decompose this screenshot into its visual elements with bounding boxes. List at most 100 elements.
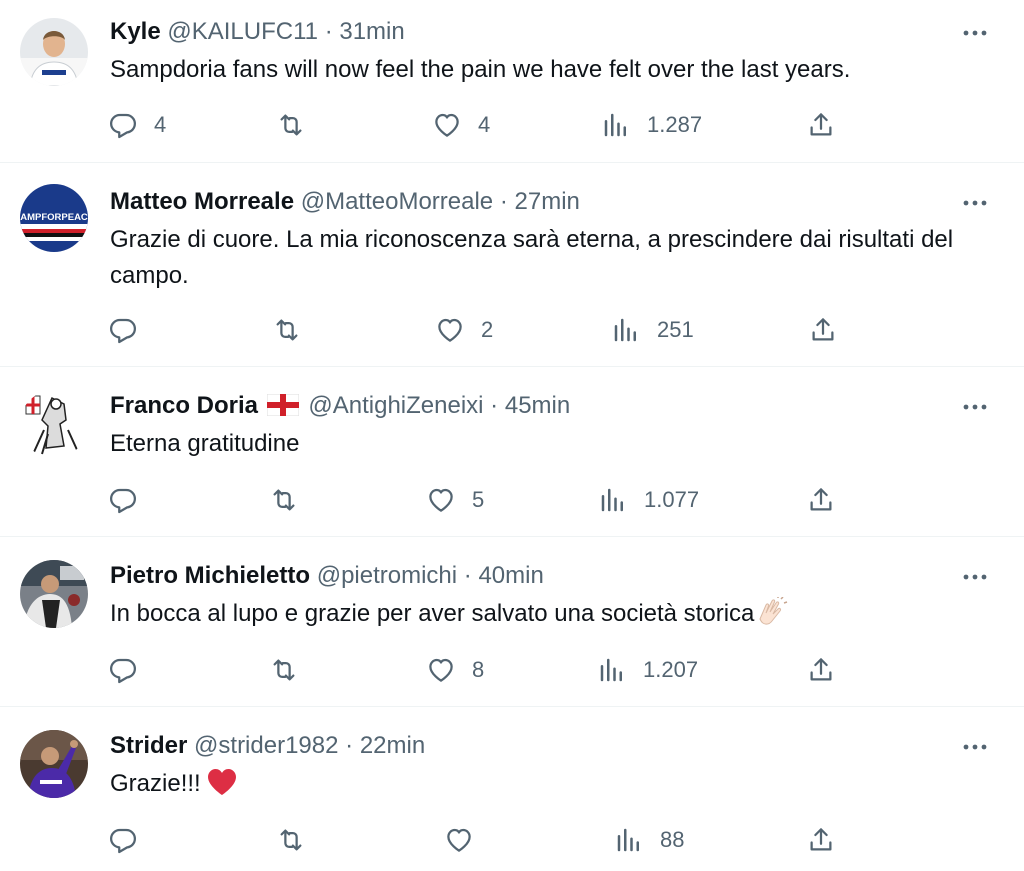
divider	[0, 706, 1024, 707]
share-button[interactable]	[808, 310, 838, 350]
tweet-text-content: Grazie!!!	[110, 770, 201, 797]
display-name[interactable]: Pietro Michieletto	[110, 562, 310, 589]
retweet-button[interactable]	[276, 820, 322, 860]
reply-icon	[110, 318, 136, 344]
avatar[interactable]	[20, 18, 88, 86]
handle[interactable]: @KAILUFC11	[167, 18, 318, 45]
tweet[interactable]: Kyle @KAILUFC11 · 31min Sampdoria fans w…	[0, 0, 1024, 162]
heart-icon	[429, 488, 453, 512]
retweet-icon	[273, 659, 295, 681]
more-icon	[963, 404, 987, 410]
tweet-header: Matteo Morreale @MatteoMorreale · 27min	[110, 186, 580, 218]
tweet[interactable]: Franco Doria @AntighiZeneixi · 45min Ete…	[0, 374, 1024, 536]
like-button[interactable]: 5	[426, 480, 484, 520]
timestamp[interactable]: 22min	[360, 732, 425, 759]
tweet-text: Grazie!!!	[110, 766, 1000, 807]
views-chart-icon	[614, 318, 636, 342]
share-icon	[812, 318, 834, 341]
like-count: 2	[481, 317, 494, 342]
avatar[interactable]: SAMPFORPEACE	[20, 184, 88, 252]
tweet[interactable]: SAMPFORPEACE Matteo Morreale @MatteoMorr…	[0, 170, 1024, 366]
like-button[interactable]: 4	[432, 105, 490, 145]
retweet-icon	[273, 489, 295, 511]
sampforpeace-avatar-icon: SAMPFORPEACE	[20, 184, 88, 252]
reply-count: 4	[154, 112, 167, 137]
view-count: 1.077	[644, 487, 700, 512]
views-button[interactable]: 251	[611, 310, 694, 350]
share-icon	[810, 828, 832, 851]
retweet-icon	[280, 114, 302, 136]
more-options-button[interactable]	[960, 732, 990, 762]
avatar[interactable]	[20, 730, 88, 798]
retweet-button[interactable]	[269, 650, 315, 690]
share-button[interactable]	[806, 650, 836, 690]
like-button[interactable]	[444, 820, 490, 860]
like-button[interactable]: 8	[426, 650, 484, 690]
retweet-icon	[276, 319, 298, 341]
action-bar: 88	[0, 820, 1024, 860]
timestamp[interactable]: 40min	[478, 562, 543, 589]
handle[interactable]: @AntighiZeneixi	[308, 392, 483, 419]
handle[interactable]: @pietromichi	[317, 562, 457, 589]
views-button[interactable]: 1.207	[597, 650, 698, 690]
views-button[interactable]: 1.287	[601, 105, 702, 145]
more-options-button[interactable]	[960, 562, 990, 592]
views-button[interactable]: 1.077	[598, 480, 699, 520]
timestamp[interactable]: 31min	[339, 18, 404, 45]
avatar[interactable]	[20, 390, 88, 458]
tweet-header: Franco Doria @AntighiZeneixi · 45min	[110, 390, 570, 425]
retweet-button[interactable]	[272, 310, 318, 350]
player-avatar-icon	[20, 18, 88, 86]
share-button[interactable]	[806, 480, 836, 520]
reply-button[interactable]	[108, 820, 154, 860]
tweet-text: In bocca al lupo e grazie per aver salva…	[110, 596, 1000, 638]
reply-button[interactable]	[108, 650, 154, 690]
like-button[interactable]: 2	[435, 310, 493, 350]
action-bar: 4 4 1.287	[0, 105, 1024, 145]
reply-icon	[110, 828, 136, 854]
avatar[interactable]	[20, 560, 88, 628]
timestamp[interactable]: 45min	[505, 392, 570, 419]
display-name[interactable]: Strider	[110, 732, 187, 759]
reply-button[interactable]: 4	[108, 105, 166, 145]
separator-dot: ·	[499, 188, 508, 215]
timestamp[interactable]: 27min	[515, 188, 580, 215]
retweet-button[interactable]	[269, 480, 315, 520]
reply-icon	[110, 488, 136, 514]
like-count: 4	[478, 112, 491, 137]
share-button[interactable]	[806, 105, 836, 145]
divider	[0, 366, 1024, 367]
retweet-icon	[280, 829, 302, 851]
view-count: 1.207	[643, 657, 699, 682]
display-name[interactable]: Matteo Morreale	[110, 188, 294, 215]
handle[interactable]: @strider1982	[194, 732, 338, 759]
reply-button[interactable]	[108, 480, 154, 520]
tweet[interactable]: Strider @strider1982 · 22min Grazie!!! 8…	[0, 714, 1024, 871]
display-name[interactable]: Kyle	[110, 18, 161, 45]
views-chart-icon	[617, 828, 639, 852]
views-chart-icon	[604, 113, 626, 137]
views-button[interactable]: 88	[614, 820, 684, 860]
reply-button[interactable]	[108, 310, 154, 350]
retweet-button[interactable]	[276, 105, 322, 145]
handle[interactable]: @MatteoMorreale	[301, 188, 493, 215]
action-bar: 8 1.207	[0, 650, 1024, 690]
share-icon	[810, 488, 832, 511]
share-icon	[810, 113, 832, 136]
display-name[interactable]: Franco Doria	[110, 392, 258, 419]
view-count: 1.287	[647, 112, 703, 137]
action-bar: 2 251	[0, 310, 1024, 350]
view-count: 251	[657, 317, 694, 342]
avatar-text: SAMPFORPEACE	[20, 212, 88, 223]
share-icon	[810, 658, 832, 681]
separator-dot: ·	[345, 732, 354, 759]
player-purple-avatar-icon	[20, 730, 88, 798]
more-options-button[interactable]	[960, 392, 990, 422]
more-options-button[interactable]	[960, 18, 990, 48]
photo-avatar-icon	[20, 560, 88, 628]
more-options-button[interactable]	[960, 188, 990, 218]
tweet[interactable]: Pietro Michieletto @pietromichi · 40min …	[0, 544, 1024, 706]
separator-dot: ·	[324, 18, 333, 45]
red-heart-icon	[207, 768, 237, 807]
share-button[interactable]	[806, 820, 836, 860]
